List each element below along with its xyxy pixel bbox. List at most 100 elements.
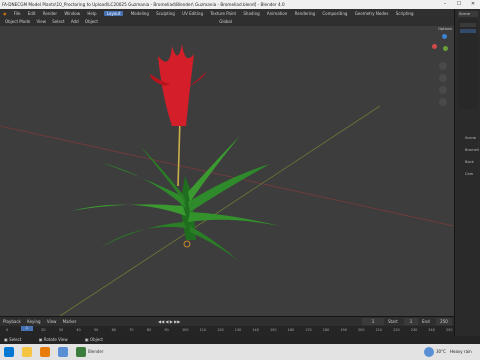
end-frame-field[interactable]: 250 [436, 318, 452, 325]
menu-edit[interactable]: Edit [28, 11, 36, 16]
frame-tick-label: 180 [322, 328, 330, 332]
frame-tick-label: 250 [446, 328, 453, 332]
frame-tick-label: 230 [410, 328, 418, 332]
maximize-button[interactable]: ☐ [452, 0, 466, 9]
top-menu-bar: ◉ File Edit Render Window Help Layout Mo… [0, 9, 454, 18]
window-title-bar: FA-DNECGM Model Plants\10_Proctoring to … [0, 0, 480, 9]
frame-tick-label: 150 [270, 328, 277, 332]
transform-orientation[interactable]: Global [219, 19, 232, 24]
frame-tick-label: 120 [217, 328, 224, 332]
playback-controls[interactable]: ◀◀ ◀ ▶ ▶▶ [158, 317, 180, 326]
app-icon[interactable] [76, 347, 86, 357]
zoom-icon[interactable] [439, 62, 447, 70]
tab-layout[interactable]: Layout [103, 11, 124, 16]
frame-tick-label: 60 [111, 328, 116, 332]
playback-menu[interactable]: Playback [3, 319, 21, 324]
status-rotate: Rotate View [43, 337, 68, 342]
tab-modeling[interactable]: Modeling [131, 11, 149, 16]
outliner-row[interactable] [460, 23, 476, 27]
tab-scripting[interactable]: Scripting [396, 11, 414, 16]
3d-viewport[interactable]: Options [0, 26, 454, 316]
outliner-panel [458, 19, 478, 109]
frame-tick-label: 110 [199, 328, 207, 332]
frame-tick-label: 220 [393, 328, 400, 332]
sidebar-label-cam: Cam [465, 172, 474, 176]
properties-panel [458, 121, 478, 336]
frame-tick-label: 50 [94, 328, 99, 332]
sidebar-label-scene: Scene [465, 136, 476, 140]
options-dropdown[interactable]: Options [428, 26, 452, 32]
select-menu[interactable]: Select [52, 19, 64, 24]
tab-texture-paint[interactable]: Texture Paint [210, 11, 236, 16]
keying-menu[interactable]: Keying [27, 319, 40, 324]
frame-tick-label: 190 [340, 328, 347, 332]
start-label: Start [388, 319, 398, 324]
object-mode-dropdown[interactable]: Object Mode [5, 19, 30, 24]
blender-logo-icon[interactable]: ◉ [3, 11, 7, 16]
start-frame-field[interactable]: 1 [404, 318, 418, 325]
marker-menu[interactable]: Marker [63, 319, 77, 324]
object-origin [183, 240, 191, 248]
frame-tick-label: 200 [358, 328, 365, 332]
frame-tick-label: 100 [182, 328, 189, 332]
app-icon[interactable] [58, 347, 68, 357]
x-axis-icon[interactable] [432, 44, 437, 49]
tab-shading[interactable]: Shading [243, 11, 259, 16]
menu-window[interactable]: Window [64, 11, 80, 16]
frame-tick-label: 90 [164, 328, 169, 332]
tab-sculpting[interactable]: Sculpting [156, 11, 175, 16]
object-menu[interactable]: Object [85, 19, 98, 24]
tab-compositing[interactable]: Compositing [322, 11, 347, 16]
sidebar-label-back: Back [465, 160, 474, 164]
frame-tick-label: 160 [287, 328, 295, 332]
navigation-gizmo[interactable] [428, 32, 450, 54]
close-button[interactable]: ✕ [466, 0, 480, 9]
tab-animation[interactable]: Animation [267, 11, 287, 16]
start-menu-icon[interactable] [4, 347, 14, 357]
frame-tick-label: 130 [234, 328, 242, 332]
end-label: End [422, 319, 430, 324]
y-axis-icon[interactable] [443, 46, 448, 51]
leaf [190, 226, 240, 262]
tab-geometry-nodes[interactable]: Geometry Nodes [355, 11, 389, 16]
current-frame-field[interactable]: 1 [362, 318, 384, 325]
frame-tick-label: 0 [6, 328, 9, 332]
mouse-left-icon: ▣ [4, 337, 8, 342]
grid-toggle-icon[interactable] [439, 98, 447, 106]
view-menu-timeline[interactable]: View [47, 319, 57, 324]
z-axis-icon[interactable] [442, 34, 447, 39]
weather-icon[interactable] [424, 347, 434, 357]
file-explorer-icon[interactable] [22, 347, 32, 357]
weather-temp: 30°C [436, 349, 446, 354]
hand-pan-icon[interactable] [439, 74, 447, 82]
view-menu[interactable]: View [36, 19, 46, 24]
minimize-button[interactable]: – [438, 0, 452, 9]
mouse-middle-icon: ▣ [38, 337, 43, 342]
tab-uv-editing[interactable]: UV Editing [182, 11, 203, 16]
blender-taskbar-icon[interactable] [40, 347, 50, 357]
status-select: Select [9, 337, 22, 342]
scene-label: Scene [459, 12, 470, 16]
status-bar: ▣ Select ▣ Rotate View ▣ Object [0, 336, 480, 344]
window-title: FA-DNECGM Model Plants\10_Proctoring to … [2, 2, 285, 7]
bromeliad-plant[interactable] [70, 44, 280, 262]
camera-view-icon[interactable] [439, 86, 447, 94]
add-menu[interactable]: Add [71, 19, 79, 24]
leaf [100, 222, 186, 248]
frame-tick-label: 40 [76, 328, 81, 332]
flower-stem [177, 117, 181, 187]
outliner-row[interactable] [460, 29, 476, 33]
scene-selector[interactable]: Scene [458, 11, 478, 17]
menu-help[interactable]: Help [87, 11, 96, 16]
status-object: Object [89, 337, 103, 342]
taskbar-active-app[interactable]: Blender [88, 347, 104, 357]
playhead[interactable]: 1 [21, 326, 33, 331]
menu-render[interactable]: Render [43, 11, 57, 16]
menu-file[interactable]: File [14, 11, 21, 16]
frame-tick-label: 170 [305, 328, 312, 332]
weather-text: Heavy rain [450, 349, 472, 354]
timeline-header: Playback Keying View Marker ◀◀ ◀ ▶ ▶▶ 1 … [0, 317, 454, 326]
mouse-right-icon: ▣ [84, 337, 89, 342]
frame-tick-label: 140 [252, 328, 259, 332]
tab-rendering[interactable]: Rendering [295, 11, 315, 16]
